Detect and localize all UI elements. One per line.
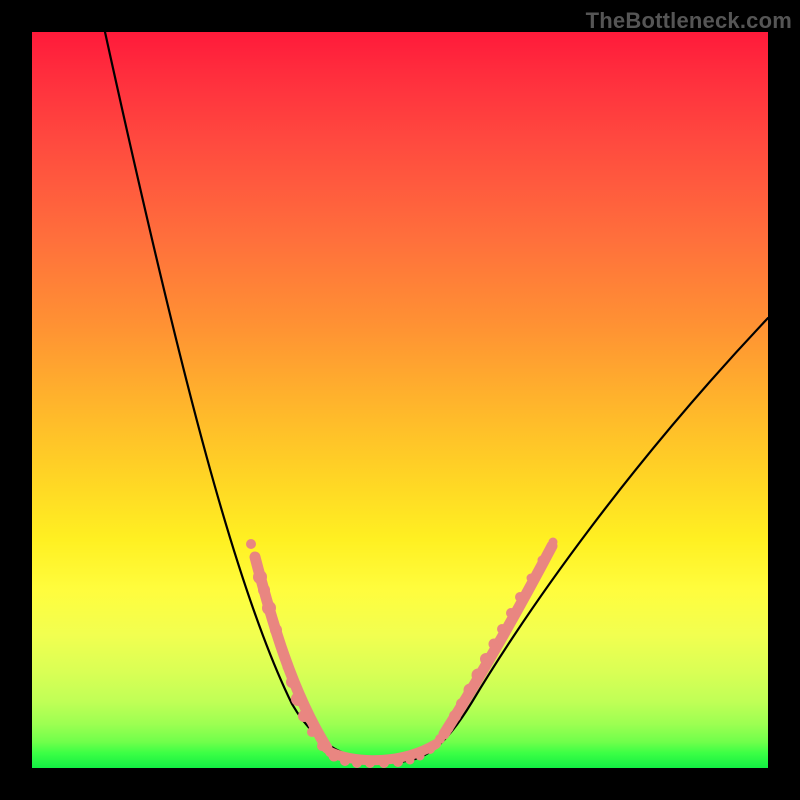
- curve-dot: [416, 752, 425, 761]
- curve-dot: [425, 744, 435, 754]
- curve-dot: [246, 539, 256, 549]
- curve-dot: [549, 538, 558, 547]
- curve-dot: [527, 574, 536, 583]
- curve-dots-left: [246, 539, 362, 768]
- curve-dot: [449, 710, 461, 722]
- chart-frame: TheBottleneck.com: [0, 0, 800, 800]
- plot-area: [32, 32, 768, 768]
- curve-dot: [443, 723, 454, 734]
- curve-dot: [435, 734, 445, 744]
- curve-dot: [283, 663, 292, 672]
- curve-dot: [329, 751, 340, 762]
- curve-dot: [393, 757, 403, 767]
- curve-dot: [406, 756, 415, 765]
- curve-dot: [258, 584, 270, 596]
- curve-dot: [365, 758, 375, 768]
- curve-dot: [253, 570, 267, 584]
- curve-dot: [278, 646, 287, 655]
- curve-dot: [515, 592, 525, 602]
- curve-dot: [317, 741, 327, 751]
- chart-svg: [32, 32, 768, 768]
- curve-dot: [480, 653, 492, 665]
- bottleneck-curve: [105, 32, 768, 762]
- curve-dot: [379, 758, 389, 768]
- curve-dot: [456, 698, 468, 710]
- curve-dot: [340, 756, 350, 766]
- curve-dot: [307, 727, 317, 737]
- curve-dot: [497, 624, 507, 634]
- curve-dot: [538, 556, 547, 565]
- curve-dot: [472, 669, 485, 682]
- curve-dot: [262, 601, 276, 615]
- curve-dot: [286, 676, 298, 688]
- curve-dot: [489, 639, 500, 650]
- curve-dot: [291, 692, 305, 706]
- curve-dot: [352, 758, 362, 768]
- curve-dot: [298, 710, 310, 722]
- curve-dot: [506, 608, 516, 618]
- curve-dot: [270, 624, 282, 636]
- curve-dot: [464, 684, 477, 697]
- watermark-text: TheBottleneck.com: [586, 8, 792, 34]
